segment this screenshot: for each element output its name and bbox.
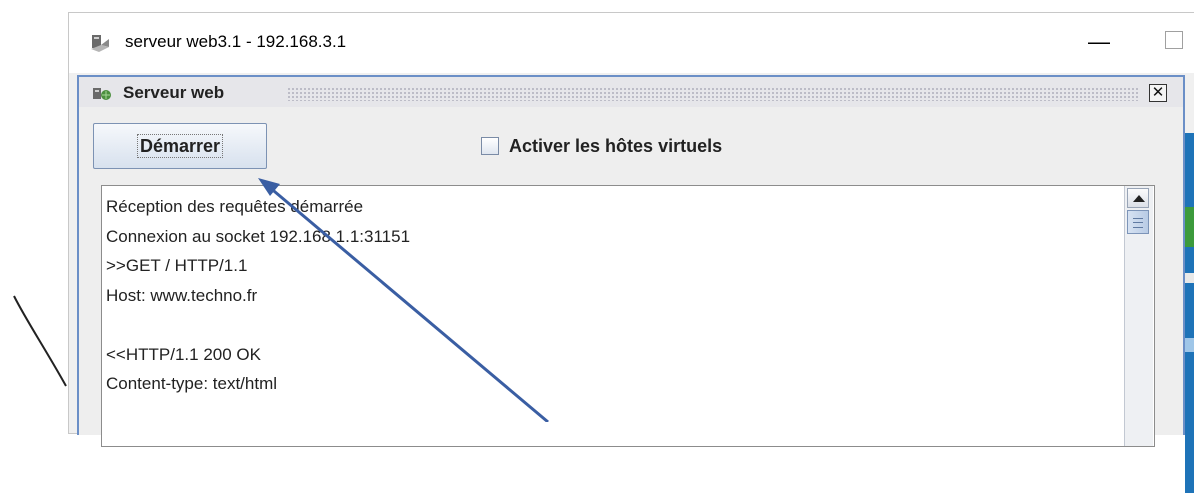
minimize-icon[interactable]: — [1081, 27, 1117, 57]
strip-white-block [1185, 273, 1194, 283]
window-client-area: Serveur web ✕ Démarrer Activer les hôtes… [69, 73, 1194, 493]
log-line: Réception des requêtes démarrée [106, 197, 364, 216]
server-frame: Serveur web ✕ Démarrer Activer les hôtes… [77, 75, 1185, 447]
window-titlebar[interactable]: serveur web3.1 - 192.168.3.1 — [69, 13, 1194, 73]
virtual-hosts-checkbox[interactable] [481, 137, 499, 155]
window-title: serveur web3.1 - 192.168.3.1 [125, 32, 347, 51]
log-line: <<HTTP/1.1 200 OK [106, 344, 261, 364]
server-icon [91, 35, 109, 52]
log-text-area[interactable]: Réception des requêtes démarrée Connexio… [101, 185, 1155, 447]
log-line: Host: www.techno.fr [106, 285, 258, 305]
log-lines: Réception des requêtes démarrée Connexio… [106, 192, 410, 399]
maximize-icon[interactable] [1165, 31, 1183, 49]
log-line: Content-type: text/html [106, 374, 278, 393]
virtual-hosts-label[interactable]: Activer les hôtes virtuels [509, 136, 722, 157]
frame-titlebar[interactable]: Serveur web ✕ [79, 77, 1183, 107]
frame-title: Serveur web [123, 83, 225, 102]
log-line: Connexion au socket 192.168.1.1:31151 [106, 226, 411, 246]
server-icon [93, 88, 111, 100]
strip-green-block [1185, 207, 1194, 247]
start-button-label: Démarrer [136, 134, 224, 158]
app-window: serveur web3.1 - 192.168.3.1 — Serveur w… [68, 12, 1194, 493]
strip-light-block [1185, 338, 1194, 352]
vertical-scrollbar[interactable] [1124, 186, 1153, 446]
start-button[interactable]: Démarrer [93, 123, 267, 169]
title-pattern [287, 87, 1139, 101]
close-icon[interactable]: ✕ [1149, 84, 1167, 102]
scrollbar-thumb[interactable] [1127, 210, 1149, 234]
log-line: >>GET / HTTP/1.1 [106, 256, 248, 275]
background-window-strip [1185, 133, 1194, 493]
arrow-up-icon[interactable] [1127, 188, 1149, 208]
